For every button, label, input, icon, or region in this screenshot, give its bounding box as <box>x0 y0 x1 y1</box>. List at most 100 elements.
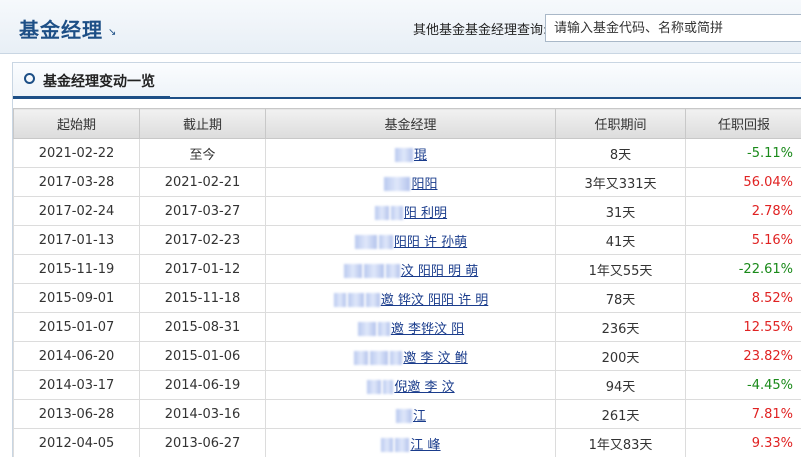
redacted-name-blur <box>378 235 393 249</box>
table-body: 2021-02-22 至今 琨 8天 -5.11% 2017-03-28 2021-02-2… <box>13 138 801 457</box>
column-header-manager[interactable]: 基金经理 <box>265 108 556 139</box>
end-date-cell-text: 2015-08-31 <box>164 319 241 335</box>
return-cell: 2.78% <box>685 196 801 226</box>
return-cell-text: -5.11% <box>747 145 793 161</box>
manager-link[interactable]: 邀 李铧汶 阳 <box>391 322 464 337</box>
title-arrow-icon: ↘ <box>108 27 117 38</box>
return-cell-text: 7.81% <box>751 406 793 422</box>
start-date-cell: 2014-03-17 <box>13 370 140 400</box>
manager-cell: 邀 李 汶 鲋 <box>265 341 556 371</box>
table-row: 2017-02-24 2017-03-27 阳 利明 31天 2.78% <box>13 196 801 226</box>
end-date-cell-text: 2014-03-16 <box>164 406 241 422</box>
return-cell-text: -22.61% <box>738 261 793 277</box>
return-cell-text: 56.04% <box>743 174 793 190</box>
manager-table: 起始期 截止期 基金经理 任职期间 任职回报 2021-02-22 至今 琨 8天 -5… <box>13 108 801 457</box>
return-cell: 9.33% <box>685 428 801 457</box>
section-header: 基金经理变动一览 <box>13 63 801 99</box>
manager-cell: 琨 <box>265 138 556 168</box>
tenure-cell-text: 261天 <box>601 408 640 424</box>
tenure-cell-text: 236天 <box>601 321 640 337</box>
return-cell: -5.11% <box>685 138 801 168</box>
end-date-cell-text: 2017-03-27 <box>164 203 241 219</box>
manager-link[interactable]: 倪邀 李 汶 <box>394 380 454 395</box>
manager-link[interactable]: 邀 铧汶 阳阳 许 明 <box>381 293 489 308</box>
manager-cell: 江 峰 <box>265 428 556 457</box>
end-date-cell: 2021-02-21 <box>139 167 266 197</box>
start-date-cell-text: 2014-03-17 <box>38 377 115 393</box>
redacted-name-blur <box>363 264 384 278</box>
column-header-start[interactable]: 起始期 <box>13 108 140 139</box>
start-date-cell: 2015-09-01 <box>13 283 140 313</box>
return-cell: -4.45% <box>685 370 801 400</box>
end-date-cell-text: 2017-01-12 <box>164 261 241 277</box>
column-header-return[interactable]: 任职回报 <box>685 108 801 139</box>
fund-search-input[interactable] <box>545 14 801 42</box>
manager-link[interactable]: 琨 <box>414 148 427 163</box>
return-cell: 8.52% <box>685 283 801 313</box>
start-date-cell-text: 2017-01-13 <box>38 232 115 248</box>
redacted-name-blur <box>333 293 346 307</box>
table-row: 2015-11-19 2017-01-12 汶 阳阳 明 萌 1年又55天 -22.61… <box>13 254 801 284</box>
manager-link[interactable]: 阳 利明 <box>404 206 447 221</box>
tenure-cell: 3年又331天 <box>555 167 686 197</box>
tenure-cell-text: 200天 <box>601 350 640 366</box>
end-date-cell-text: 2013-06-27 <box>164 435 241 451</box>
end-date-cell-text: 2021-02-21 <box>164 174 241 190</box>
table-row: 2017-01-13 2017-02-23 阳阳 许 孙萌 41天 5.16% <box>13 225 801 255</box>
end-date-cell: 2017-02-23 <box>139 225 266 255</box>
redacted-name-blur <box>385 264 400 278</box>
end-date-cell-text: 2015-11-18 <box>164 290 241 306</box>
section-title: 基金经理变动一览 <box>43 74 155 90</box>
manager-link[interactable]: 阳阳 <box>411 177 437 192</box>
circle-bullet-icon <box>24 73 35 84</box>
tenure-cell: 200天 <box>555 341 686 371</box>
redacted-name-blur <box>347 293 364 307</box>
tenure-cell: 236天 <box>555 312 686 342</box>
end-date-cell: 2014-03-16 <box>139 399 266 429</box>
start-date-cell-text: 2013-06-28 <box>38 406 115 422</box>
return-cell: 7.81% <box>685 399 801 429</box>
manager-cell: 倪邀 李 汶 <box>265 370 556 400</box>
return-cell-text: 5.16% <box>751 232 793 248</box>
tenure-cell-text: 1年又55天 <box>588 263 653 279</box>
column-header-tenure[interactable]: 任职期间 <box>555 108 686 139</box>
redacted-name-blur <box>374 206 389 220</box>
return-cell: 23.82% <box>685 341 801 371</box>
return-cell-text: 9.33% <box>751 435 793 451</box>
return-cell-text: 2.78% <box>751 203 793 219</box>
redacted-name-blur <box>354 235 377 249</box>
end-date-cell: 2015-08-31 <box>139 312 266 342</box>
tenure-cell-text: 8天 <box>609 147 632 163</box>
tenure-cell: 94天 <box>555 370 686 400</box>
return-cell: -22.61% <box>685 254 801 284</box>
tenure-cell-text: 1年又83天 <box>588 437 653 453</box>
tenure-cell: 1年又83天 <box>555 428 686 457</box>
start-date-cell-text: 2017-02-24 <box>38 203 115 219</box>
manager-cell: 邀 李铧汶 阳 <box>265 312 556 342</box>
table-row: 2013-06-28 2014-03-16 江 261天 7.81% <box>13 399 801 429</box>
manager-cell: 阳阳 许 孙萌 <box>265 225 556 255</box>
tenure-cell: 41天 <box>555 225 686 255</box>
manager-link[interactable]: 江 峰 <box>410 438 440 453</box>
manager-link[interactable]: 邀 李 汶 鲋 <box>403 351 467 366</box>
redacted-name-blur <box>367 380 382 394</box>
return-cell-text: 12.55% <box>743 319 793 335</box>
return-cell-text: -4.45% <box>747 377 793 393</box>
start-date-cell-text: 2015-01-07 <box>38 319 115 335</box>
tenure-cell: 1年又55天 <box>555 254 686 284</box>
end-date-cell: 至今 <box>139 138 266 168</box>
redacted-name-blur <box>394 148 413 162</box>
table-header-row: 起始期 截止期 基金经理 任职期间 任职回报 <box>13 108 801 139</box>
manager-link[interactable]: 江 <box>413 409 426 424</box>
table-row: 2015-01-07 2015-08-31 邀 李铧汶 阳 236天 12.55% <box>13 312 801 342</box>
manager-link[interactable]: 汶 阳阳 明 萌 <box>401 264 478 279</box>
top-bar: 基金经理 ↘ 其他基金基金经理查询: <box>0 0 801 54</box>
start-date-cell-text: 2014-06-20 <box>38 348 115 364</box>
start-date-cell-text: 2015-11-19 <box>38 261 115 277</box>
start-date-cell: 2015-01-07 <box>13 312 140 342</box>
manager-cell: 阳阳 <box>265 167 556 197</box>
column-header-end[interactable]: 截止期 <box>139 108 266 139</box>
end-date-cell: 2017-03-27 <box>139 196 266 226</box>
tenure-cell: 261天 <box>555 399 686 429</box>
manager-link[interactable]: 阳阳 许 孙萌 <box>394 235 467 250</box>
